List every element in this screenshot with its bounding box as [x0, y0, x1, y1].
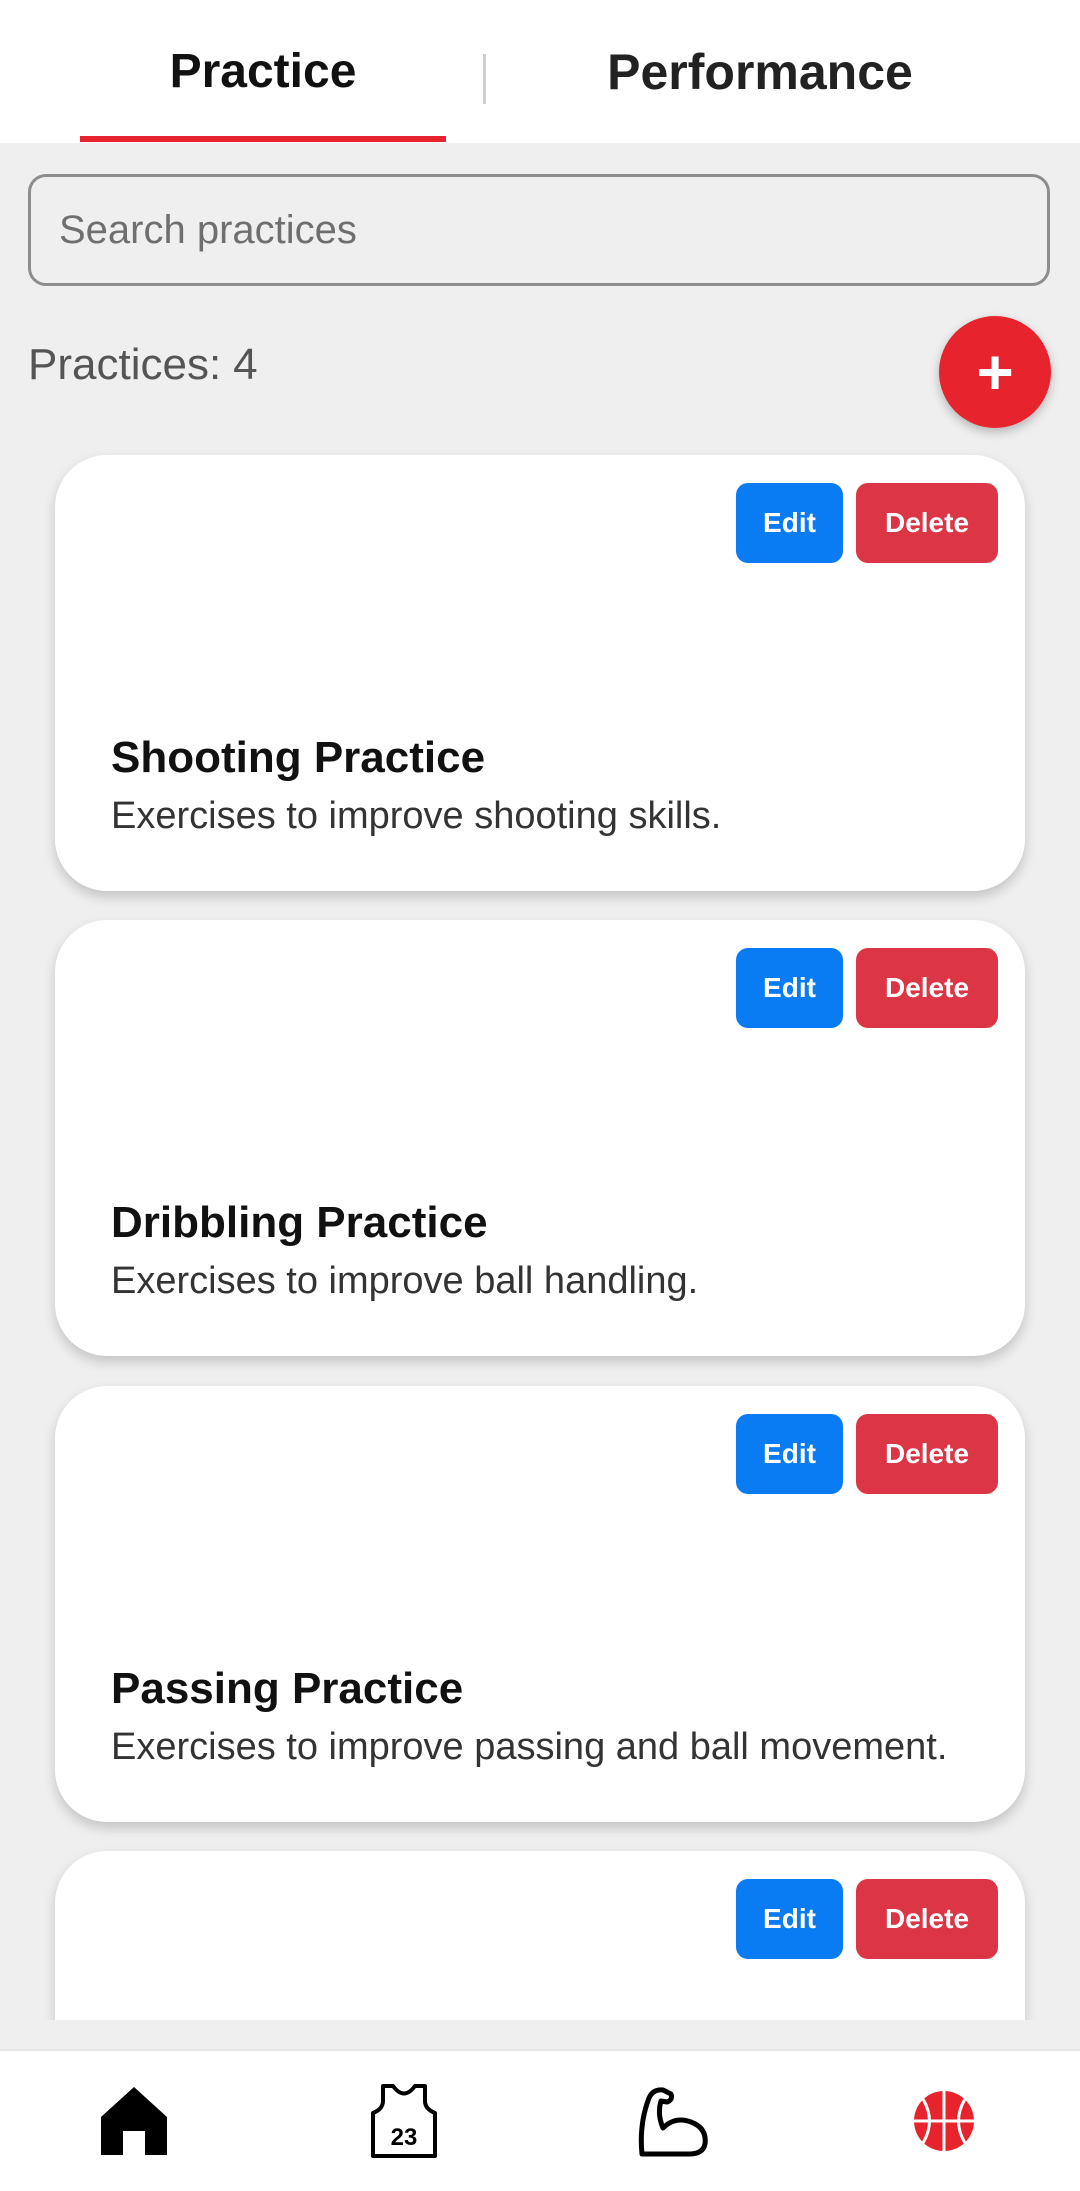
nav-roster[interactable]: 23 — [364, 2081, 444, 2161]
jersey-icon: 23 — [371, 2084, 437, 2158]
delete-button[interactable]: Delete — [856, 483, 998, 563]
practice-description: Exercises to improve passing and ball mo… — [111, 1726, 948, 1768]
delete-button[interactable]: Delete — [856, 1879, 998, 1959]
practice-list: Edit Delete Shooting Practice Exercises … — [0, 0, 1080, 2020]
practice-card[interactable]: Edit Delete — [55, 1851, 1025, 2020]
practice-description: Exercises to improve shooting skills. — [111, 795, 722, 837]
basketball-icon — [914, 2091, 974, 2151]
nav-training[interactable] — [634, 2081, 714, 2161]
delete-button[interactable]: Delete — [856, 948, 998, 1028]
bottom-navigation: 23 — [0, 2049, 1080, 2191]
muscle-arm-icon — [638, 2087, 708, 2157]
jersey-number: 23 — [391, 2124, 418, 2151]
practice-title: Shooting Practice — [111, 733, 486, 782]
edit-button[interactable]: Edit — [736, 948, 843, 1028]
home-icon — [101, 2087, 167, 2155]
practice-card[interactable]: Edit Delete Shooting Practice Exercises … — [55, 455, 1025, 891]
practice-card[interactable]: Edit Delete Passing Practice Exercises t… — [55, 1386, 1025, 1822]
delete-button[interactable]: Delete — [856, 1414, 998, 1494]
edit-button[interactable]: Edit — [736, 1879, 843, 1959]
edit-button[interactable]: Edit — [736, 483, 843, 563]
nav-basketball[interactable] — [904, 2081, 984, 2161]
practice-card[interactable]: Edit Delete Dribbling Practice Exercises… — [55, 920, 1025, 1356]
practice-description: Exercises to improve ball handling. — [111, 1260, 699, 1302]
practice-title: Dribbling Practice — [111, 1198, 488, 1247]
edit-button[interactable]: Edit — [736, 1414, 843, 1494]
nav-home[interactable] — [94, 2081, 174, 2161]
practice-title: Passing Practice — [111, 1664, 464, 1713]
